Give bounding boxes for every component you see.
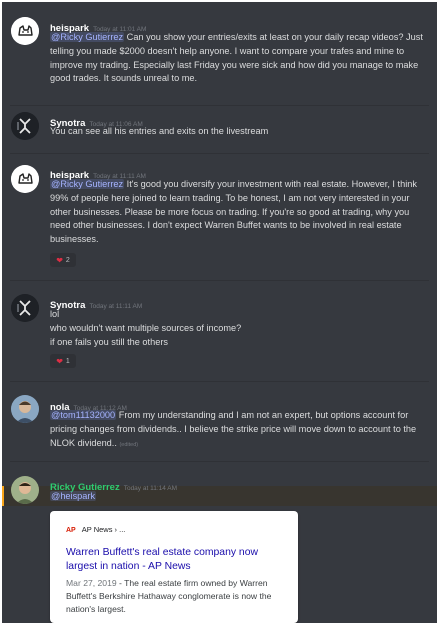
message-text: @tom11132000 From my understanding and I… <box>50 409 432 452</box>
divider <box>10 105 429 106</box>
avatar[interactable] <box>11 17 39 45</box>
embed-date: Mar 27, 2019 <box>66 578 117 588</box>
ap-logo-icon: AP <box>66 527 76 534</box>
avatar[interactable] <box>11 395 39 423</box>
reaction-count: 2 <box>65 256 70 264</box>
shield-icon <box>11 294 39 322</box>
highlight-bar <box>2 486 4 506</box>
message-text: You can see all his entries and exits on… <box>50 125 432 139</box>
avatar[interactable] <box>11 165 39 193</box>
person-icon <box>11 395 39 423</box>
avatar[interactable] <box>11 112 39 140</box>
link-embed[interactable]: AP AP News › ... Warren Buffett's real es… <box>50 511 298 623</box>
dog-icon <box>11 165 39 193</box>
divider <box>10 280 429 281</box>
message-content: You can see all his entries and exits on… <box>50 126 269 136</box>
reaction-button[interactable]: ❤ 1 <box>50 354 76 368</box>
message-line: if one fails you still the others <box>50 336 168 347</box>
message-text: lol who wouldn't want multiple sources o… <box>50 308 432 349</box>
divider <box>10 381 429 382</box>
message-text: @Ricky Gutierrez It's good you diversify… <box>50 178 432 247</box>
reaction-button[interactable]: ❤ 2 <box>50 253 76 267</box>
avatar[interactable] <box>11 476 39 504</box>
divider <box>10 153 429 154</box>
embed-description: Mar 27, 2019 - The real estate firm owne… <box>66 577 292 617</box>
user-mention[interactable]: @Ricky Gutierrez <box>50 179 125 189</box>
heart-icon: ❤ <box>56 255 63 265</box>
chat-window: heispark Today at 11:01 AM @Ricky Gutierr… <box>2 2 437 623</box>
message-text: @heispark <box>50 490 432 504</box>
user-mention[interactable]: @heispark <box>50 491 97 501</box>
message-line: lol <box>50 309 60 319</box>
embed-source-label: AP News › ... <box>81 525 126 534</box>
message-line: who wouldn't want multiple sources of in… <box>50 322 242 333</box>
avatar[interactable] <box>11 294 39 322</box>
shield-icon <box>11 112 39 140</box>
user-mention[interactable]: @Ricky Gutierrez <box>50 32 125 42</box>
embed-source: AP AP News › ... <box>66 525 125 534</box>
message-text: @Ricky Gutierrez Can you show your entri… <box>50 31 432 86</box>
dog-icon <box>11 17 39 45</box>
heart-icon: ❤ <box>56 356 63 366</box>
person-icon <box>11 476 39 504</box>
divider <box>10 461 429 462</box>
user-mention[interactable]: @tom11132000 <box>50 410 117 420</box>
reaction-count: 1 <box>65 357 70 365</box>
embed-title-link[interactable]: Warren Buffett's real estate company now… <box>66 546 288 573</box>
edited-label: (edited) <box>119 441 139 448</box>
